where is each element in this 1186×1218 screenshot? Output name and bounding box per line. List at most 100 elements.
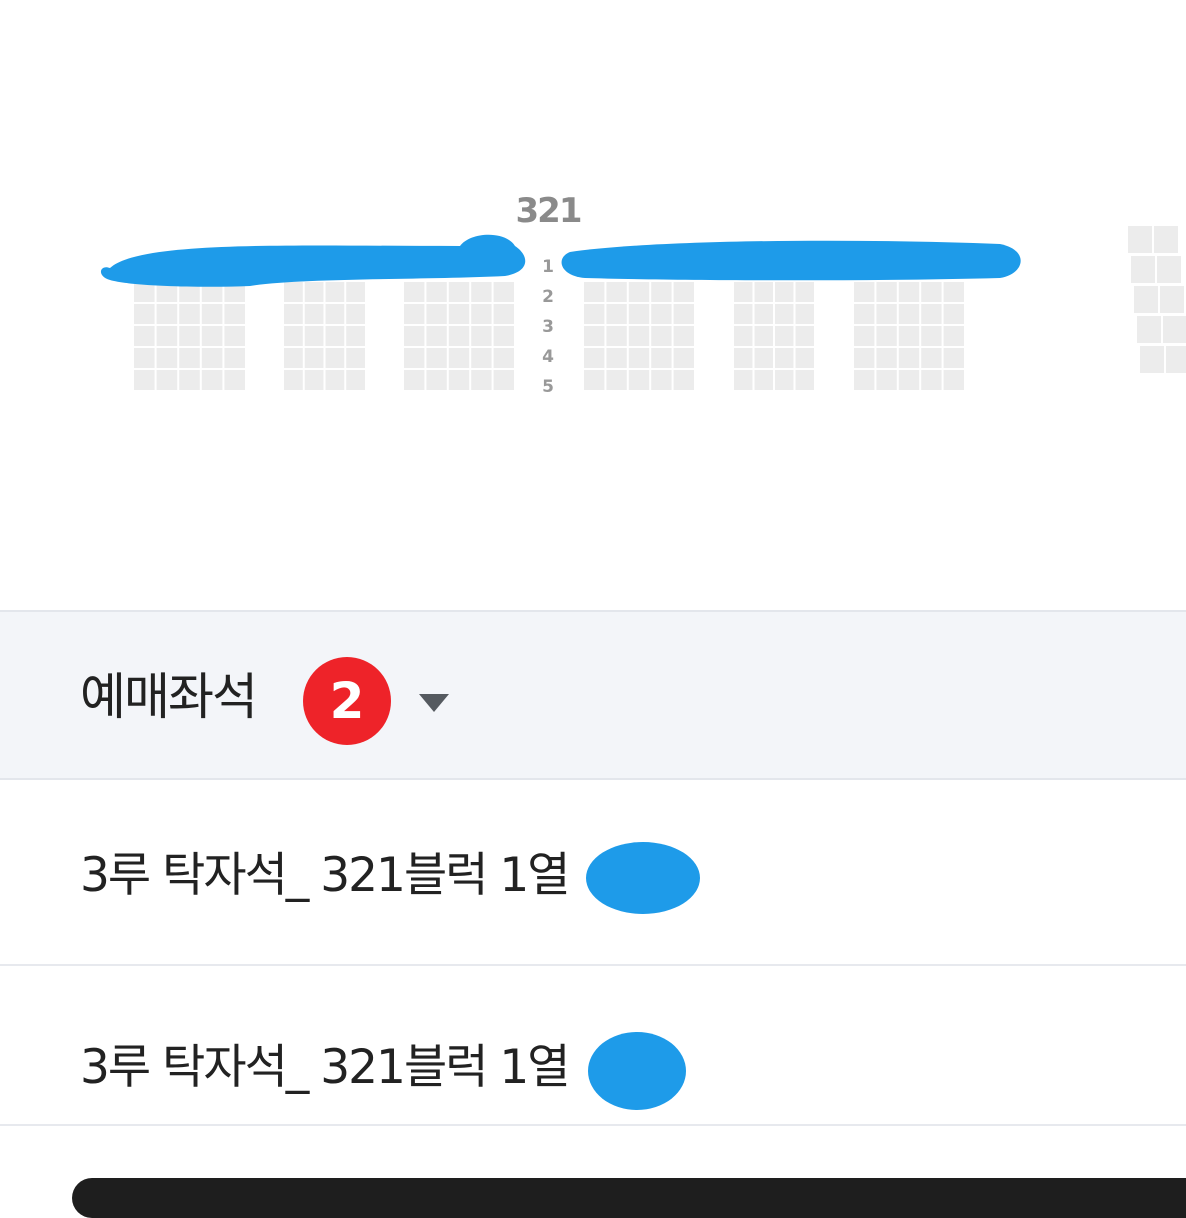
seat[interactable] bbox=[651, 326, 672, 346]
seat[interactable] bbox=[179, 348, 200, 368]
seat[interactable] bbox=[426, 304, 447, 324]
seat[interactable] bbox=[1154, 226, 1178, 253]
seat[interactable] bbox=[921, 348, 942, 368]
seat[interactable] bbox=[854, 326, 875, 346]
seat[interactable] bbox=[224, 304, 245, 324]
seat[interactable] bbox=[943, 304, 964, 324]
seat[interactable] bbox=[304, 304, 324, 324]
seat[interactable] bbox=[921, 326, 942, 346]
seat[interactable] bbox=[584, 348, 605, 368]
seat[interactable] bbox=[471, 348, 492, 368]
seat[interactable] bbox=[426, 370, 447, 390]
seat[interactable] bbox=[201, 326, 223, 346]
seat[interactable] bbox=[673, 326, 694, 346]
seat[interactable] bbox=[325, 348, 345, 368]
seat[interactable] bbox=[325, 282, 345, 302]
seat[interactable] bbox=[775, 282, 794, 302]
seat[interactable] bbox=[179, 326, 200, 346]
seat[interactable] bbox=[795, 370, 815, 390]
seat[interactable] bbox=[493, 348, 514, 368]
seat[interactable] bbox=[134, 304, 155, 324]
seat[interactable] bbox=[134, 348, 155, 368]
seat[interactable] bbox=[898, 282, 920, 302]
seat[interactable] bbox=[134, 326, 155, 346]
seat[interactable] bbox=[775, 370, 794, 390]
seat[interactable] bbox=[876, 370, 897, 390]
seat[interactable] bbox=[854, 282, 875, 302]
seat[interactable] bbox=[471, 304, 492, 324]
seat[interactable] bbox=[1131, 256, 1155, 283]
seat[interactable] bbox=[754, 326, 774, 346]
seat[interactable] bbox=[734, 370, 753, 390]
seat[interactable] bbox=[179, 304, 200, 324]
seat[interactable] bbox=[284, 326, 303, 346]
seat[interactable] bbox=[734, 304, 753, 324]
seat[interactable] bbox=[854, 370, 875, 390]
seat[interactable] bbox=[346, 282, 365, 302]
seat[interactable] bbox=[426, 348, 447, 368]
seat[interactable] bbox=[304, 370, 324, 390]
seat[interactable] bbox=[156, 326, 178, 346]
seat[interactable] bbox=[921, 282, 942, 302]
seat[interactable] bbox=[775, 304, 794, 324]
seat[interactable] bbox=[734, 348, 753, 368]
seat[interactable] bbox=[876, 304, 897, 324]
seat[interactable] bbox=[284, 348, 303, 368]
seat[interactable] bbox=[304, 282, 324, 302]
seat[interactable] bbox=[448, 348, 470, 368]
seat[interactable] bbox=[404, 304, 425, 324]
seat[interactable] bbox=[448, 326, 470, 346]
seat[interactable] bbox=[325, 326, 345, 346]
seat[interactable] bbox=[673, 370, 694, 390]
seat[interactable] bbox=[404, 326, 425, 346]
seat[interactable] bbox=[1137, 316, 1161, 343]
seat[interactable] bbox=[404, 282, 425, 302]
seat[interactable] bbox=[284, 370, 303, 390]
seat[interactable] bbox=[584, 326, 605, 346]
seat[interactable] bbox=[876, 282, 897, 302]
seat[interactable] bbox=[1134, 286, 1158, 313]
seat[interactable] bbox=[304, 348, 324, 368]
seat[interactable] bbox=[1157, 256, 1181, 283]
seat[interactable] bbox=[795, 326, 815, 346]
seat[interactable] bbox=[448, 304, 470, 324]
seat[interactable] bbox=[943, 326, 964, 346]
seat[interactable] bbox=[584, 370, 605, 390]
seat[interactable] bbox=[775, 348, 794, 368]
seat[interactable] bbox=[628, 370, 650, 390]
seat[interactable] bbox=[876, 348, 897, 368]
seat[interactable] bbox=[404, 348, 425, 368]
seat[interactable] bbox=[493, 282, 514, 302]
seat[interactable] bbox=[628, 348, 650, 368]
seat[interactable] bbox=[754, 304, 774, 324]
bottom-action-bar[interactable] bbox=[72, 1178, 1186, 1218]
seat[interactable] bbox=[734, 282, 753, 302]
seat[interactable] bbox=[628, 282, 650, 302]
seat[interactable] bbox=[943, 348, 964, 368]
seat[interactable] bbox=[156, 348, 178, 368]
seat[interactable] bbox=[201, 348, 223, 368]
seat[interactable] bbox=[1163, 316, 1186, 343]
seat[interactable] bbox=[673, 304, 694, 324]
seat[interactable] bbox=[628, 326, 650, 346]
seat[interactable] bbox=[201, 370, 223, 390]
seat[interactable] bbox=[651, 282, 672, 302]
seat[interactable] bbox=[224, 326, 245, 346]
seat[interactable] bbox=[156, 304, 178, 324]
seat[interactable] bbox=[854, 304, 875, 324]
seat[interactable] bbox=[156, 370, 178, 390]
seat[interactable] bbox=[921, 304, 942, 324]
caret-down-icon[interactable] bbox=[419, 694, 449, 712]
booked-seats-header[interactable]: 예매좌석 2 bbox=[0, 610, 1186, 780]
seat[interactable] bbox=[493, 326, 514, 346]
seat[interactable] bbox=[201, 304, 223, 324]
seat[interactable] bbox=[606, 348, 627, 368]
seat[interactable] bbox=[606, 370, 627, 390]
seat[interactable] bbox=[493, 304, 514, 324]
seat[interactable] bbox=[898, 326, 920, 346]
seat[interactable] bbox=[471, 326, 492, 346]
seat[interactable] bbox=[606, 282, 627, 302]
seat[interactable] bbox=[628, 304, 650, 324]
seat[interactable] bbox=[943, 282, 964, 302]
seat[interactable] bbox=[673, 282, 694, 302]
